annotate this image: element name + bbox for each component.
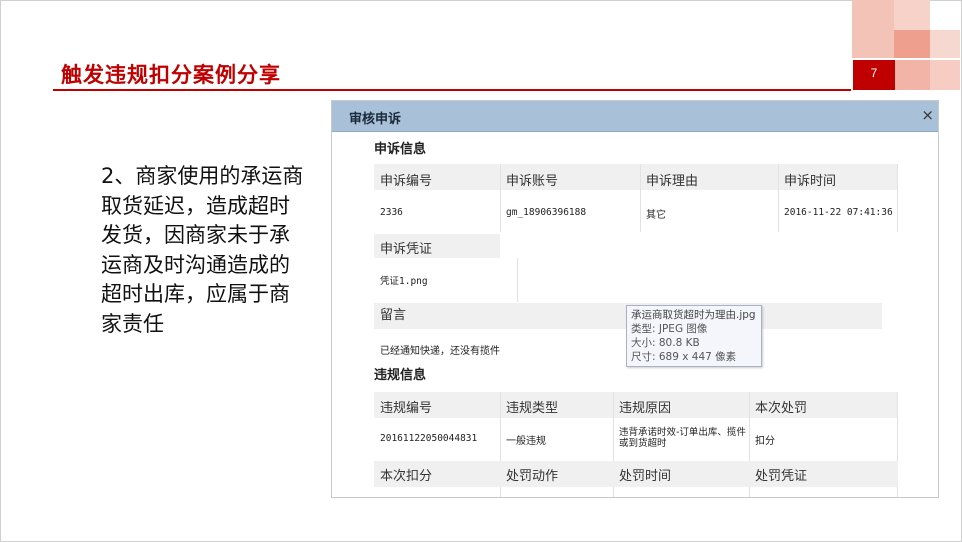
violation-penalty-value: 扣分 <box>755 436 775 447</box>
violation-col-penalty: 本次处罚 <box>755 401 808 416</box>
appeal-col-account: 申诉账号 <box>506 174 559 189</box>
tooltip-size: 大小: 80.8 KB <box>631 337 700 349</box>
appeal-time-value: 2016-11-22 07:41:36 <box>784 207 893 218</box>
appeal-col-id: 申诉编号 <box>380 174 433 189</box>
appeal-section-title: 申诉信息 <box>374 142 427 157</box>
tooltip-dimensions: 尺寸: 689 x 447 像素 <box>631 351 737 363</box>
violation-col-deduction: 本次扣分 <box>380 469 433 484</box>
violation-col-action: 处罚动作 <box>506 469 559 484</box>
tooltip-filename: 承运商取货超时为理由.jpg <box>631 309 756 321</box>
slide-title: 触发违规扣分案例分享 <box>61 63 281 87</box>
close-icon[interactable]: × <box>921 106 934 124</box>
dialog-header: 审核申诉 × <box>332 101 938 132</box>
violation-col-id: 违规编号 <box>380 401 433 416</box>
violation-type-value: 一般违规 <box>506 436 546 447</box>
appeal-col-time: 申诉时间 <box>784 174 837 189</box>
appeal-reason-value: 其它 <box>646 210 666 221</box>
appeal-review-dialog: 审核申诉 × 申诉信息 申诉编号 申诉账号 申诉理由 申诉时间 2336 gm_… <box>331 100 939 498</box>
evidence-file-link[interactable]: 凭证1.png <box>380 273 428 287</box>
appeal-col-reason: 申诉理由 <box>646 174 699 189</box>
appeal-id-value: 2336 <box>380 207 403 218</box>
message-label: 留言 <box>380 308 407 323</box>
evidence-label: 申诉凭证 <box>380 242 433 257</box>
file-tooltip: 承运商取货超时为理由.jpg 类型: JPEG 图像 大小: 80.8 KB 尺… <box>626 305 762 367</box>
page-number: 7 <box>853 60 895 90</box>
title-rule <box>53 89 851 91</box>
violation-reason-value: 违背承诺时效-订单出库、揽件或到货超时 <box>619 427 746 449</box>
violation-col-reason: 违规原因 <box>619 401 672 416</box>
violation-col-penalty-evidence: 处罚凭证 <box>755 469 808 484</box>
violation-id-value: 20161122050044831 <box>380 433 478 444</box>
tooltip-type: 类型: JPEG 图像 <box>631 323 708 335</box>
violation-section-title: 违规信息 <box>374 368 427 383</box>
violation-col-penalty-time: 处罚时间 <box>619 469 672 484</box>
violation-col-type: 违规类型 <box>506 401 559 416</box>
dialog-title: 审核申诉 <box>349 112 402 127</box>
message-text: 已经通知快递，还没有揽件 <box>380 346 500 357</box>
appeal-account-value: gm_18906396188 <box>506 207 587 218</box>
body-text: 2、商家使用的承运商取货延迟，造成超时发货，因商家未于承运商及时沟通造成的超时出… <box>101 164 304 336</box>
